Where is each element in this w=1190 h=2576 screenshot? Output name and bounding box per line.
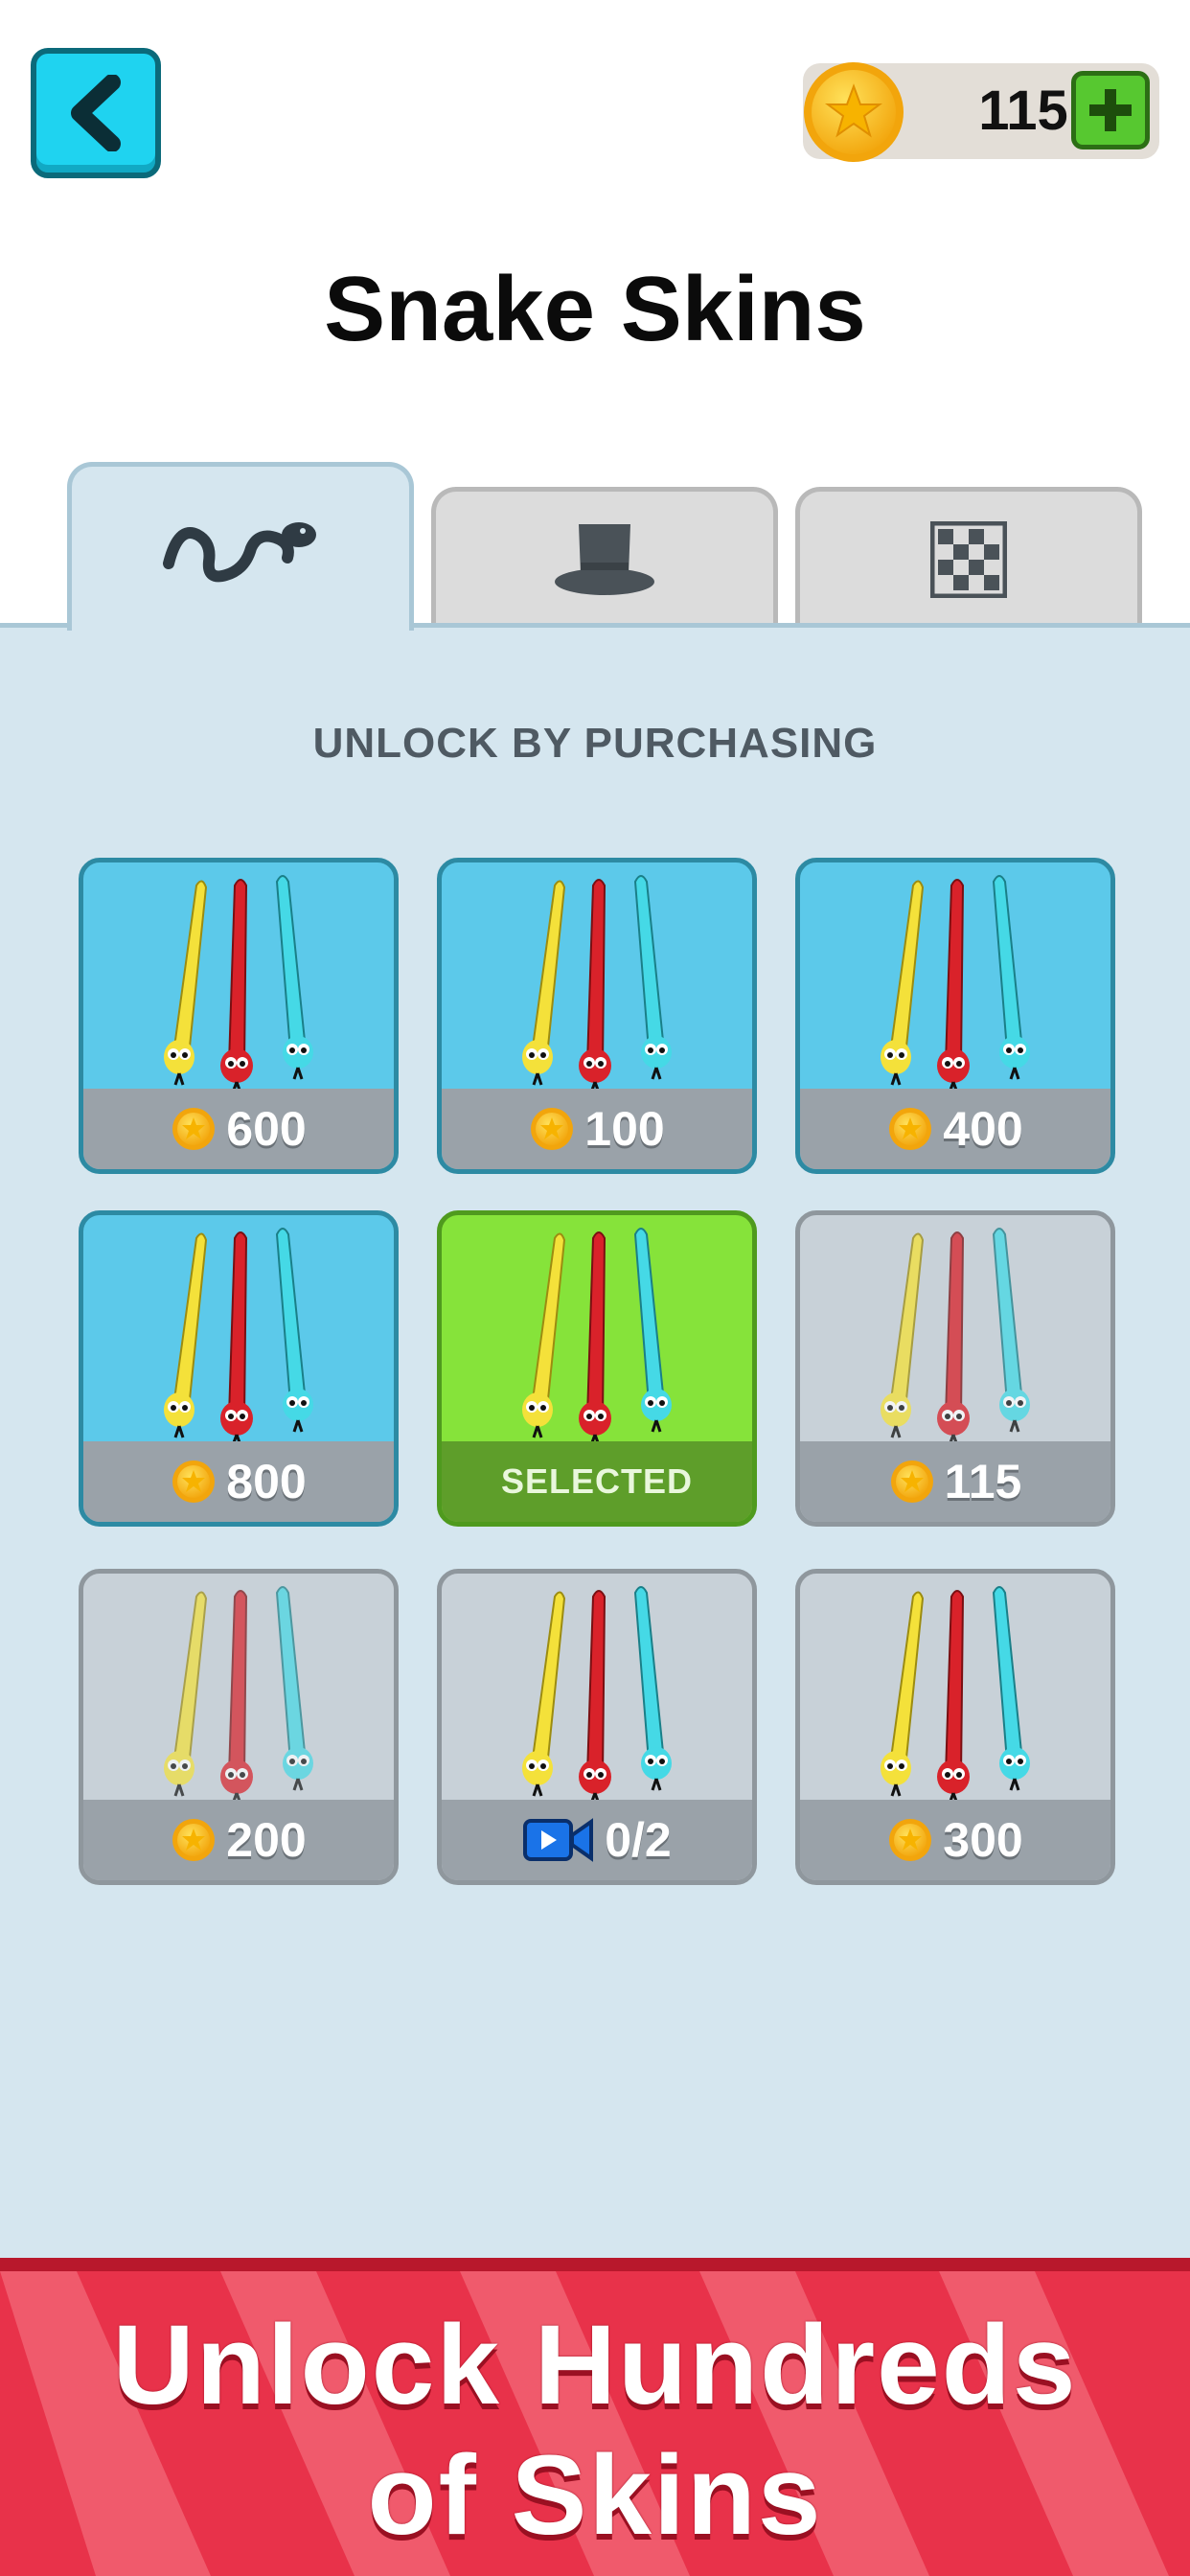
coin-icon (889, 1819, 932, 1861)
section-label: UNLOCK BY PURCHASING (312, 720, 878, 767)
promo-banner: Unlock Hundreds of Skins (0, 2258, 1190, 2576)
page-title: Snake Skins (324, 258, 866, 360)
skin-card[interactable]: 400 (795, 858, 1115, 1174)
skin-card-locked[interactable]: 200 (79, 1569, 399, 1885)
skin-card-locked[interactable]: 0/2 (437, 1569, 757, 1885)
skins-panel: UNLOCK BY PURCHASING 600 100 400 800 SEL… (0, 623, 1190, 2258)
snake-skin-preview (162, 1585, 315, 1800)
skin-card[interactable]: 100 (437, 858, 757, 1174)
price-tag: 800 (83, 1441, 394, 1522)
coin-icon (172, 1108, 216, 1150)
skin-price: 300 (943, 1813, 1023, 1867)
skin-card-selected[interactable]: SELECTED (437, 1210, 757, 1527)
tab-patterns[interactable] (795, 487, 1142, 627)
banner-line-2: of Skins (367, 2432, 823, 2559)
top-bar: 115 (0, 0, 1190, 192)
skin-price: 400 (943, 1102, 1023, 1156)
coin-icon (889, 1108, 932, 1150)
skin-price: 115 (944, 1455, 1022, 1508)
snake-skin-preview (162, 1227, 315, 1441)
tab-hats[interactable] (431, 487, 778, 627)
snake-icon (163, 521, 316, 582)
skin-price: 200 (226, 1813, 307, 1867)
chevron-left-icon (71, 75, 121, 151)
snake-skin-preview (520, 1585, 674, 1800)
price-tag: 400 (800, 1089, 1110, 1169)
add-coins-button[interactable] (1071, 71, 1150, 150)
back-button[interactable] (31, 48, 161, 178)
snake-skin-preview (520, 1227, 674, 1441)
selected-tag: SELECTED (442, 1441, 752, 1522)
skin-card[interactable]: 800 (79, 1210, 399, 1527)
skin-card[interactable]: 600 (79, 858, 399, 1174)
coin-icon (172, 1819, 216, 1861)
skin-price: 100 (584, 1102, 665, 1156)
coin-icon (890, 1460, 933, 1503)
coin-icon (172, 1460, 216, 1503)
price-tag: 115 (800, 1441, 1110, 1522)
snake-skin-preview (162, 874, 315, 1089)
top-hat-icon (555, 523, 654, 595)
coin-balance: 115 (803, 62, 1159, 162)
snake-skin-preview (879, 874, 1032, 1089)
plus-icon (1089, 89, 1132, 131)
skin-price: 600 (226, 1102, 307, 1156)
skin-card-locked[interactable]: 300 (795, 1569, 1115, 1885)
coin-icon (531, 1108, 574, 1150)
video-progress: 0/2 (605, 1813, 672, 1867)
price-tag: 300 (800, 1800, 1110, 1880)
video-camera-icon (523, 1818, 594, 1862)
category-tabs (0, 460, 1190, 631)
price-tag: 200 (83, 1800, 394, 1880)
video-unlock-tag: 0/2 (442, 1800, 752, 1880)
price-tag: 100 (442, 1089, 752, 1169)
snake-skin-preview (879, 1585, 1032, 1800)
snake-skin-preview (520, 874, 674, 1089)
banner-line-1: Unlock Hundreds (112, 2302, 1078, 2428)
skin-card-locked[interactable]: 115 (795, 1210, 1115, 1527)
checker-pattern-icon (930, 520, 1007, 598)
tab-snake-skins[interactable] (67, 462, 414, 631)
coin-icon (804, 62, 904, 162)
snake-skin-preview (879, 1227, 1032, 1441)
skin-price: 800 (226, 1455, 307, 1508)
selected-label: SELECTED (500, 1461, 694, 1501)
coin-amount: 115 (978, 80, 1068, 142)
price-tag: 600 (83, 1089, 394, 1169)
